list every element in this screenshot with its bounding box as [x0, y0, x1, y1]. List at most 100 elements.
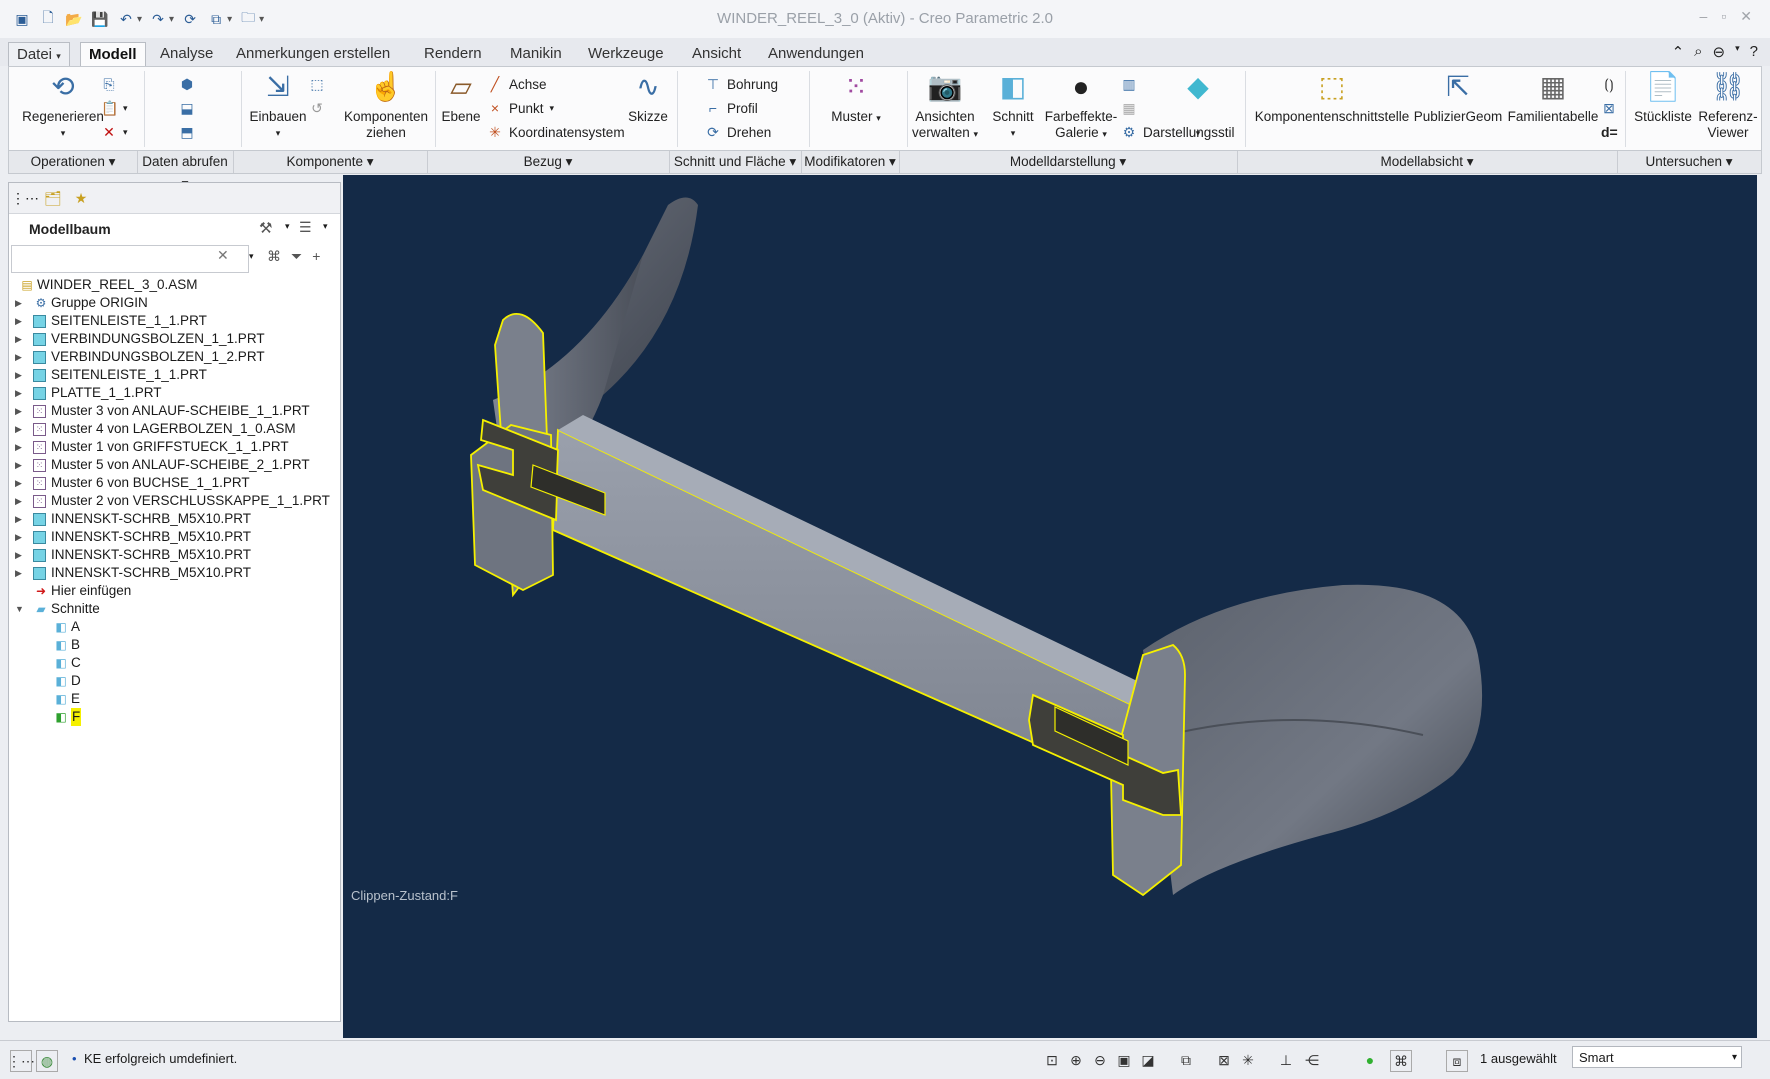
search-dropdown-icon[interactable]: ▾ [249, 251, 254, 262]
copy-button[interactable]: ⎘ [101, 73, 117, 95]
tree-item[interactable]: ◧ E [13, 690, 338, 708]
show-dropdown-icon[interactable]: ▾ [323, 221, 328, 232]
tree-settings-dropdown-icon[interactable]: ▾ [285, 221, 290, 232]
model-tree-tab-icon[interactable]: ⋮⋯ [11, 187, 39, 209]
delete-button[interactable]: ✕ ▾ [101, 121, 127, 143]
collapse-ribbon-icon[interactable]: ⌃ [1672, 43, 1685, 61]
tree-item[interactable]: ➜ Hier einfügen [13, 582, 338, 600]
create-component-button[interactable]: ⬚ [309, 73, 325, 95]
tree-search-input[interactable] [11, 245, 249, 273]
tree-toggle-icon[interactable]: ▶ [15, 528, 27, 546]
koordinatensystem-button[interactable]: ✳ Koordinatensystem [487, 121, 624, 143]
group-komponente[interactable]: Komponente ▾ [233, 151, 428, 173]
tab-datei[interactable]: Datei ▾ [8, 42, 70, 67]
tree-item[interactable]: ▶ VERBINDUNGSBOLZEN_1_1.PRT [13, 330, 338, 348]
help-center-icon[interactable]: ⊖ [1713, 43, 1726, 61]
tree-toggle-icon[interactable]: ▶ [15, 348, 27, 366]
tab-ansicht[interactable]: Ansicht [684, 42, 749, 66]
tree-toggle-icon[interactable]: ▶ [15, 492, 27, 510]
tree-toggle-icon[interactable]: ▶ [15, 366, 27, 384]
regenerieren-button[interactable]: ⟲ Regenerieren ▾ [15, 67, 111, 141]
referenz-viewer-button[interactable]: ⛓ Referenz- Viewer [1695, 67, 1761, 141]
tree-item[interactable]: ▤ WINDER_REEL_3_0.ASM [13, 276, 338, 294]
selection-box-icon[interactable]: ⧈ [1446, 1050, 1468, 1072]
tree-item[interactable]: ▶ INNENSKT-SCHRB_M5X10.PRT [13, 510, 338, 528]
tree-item[interactable]: ◧ A [13, 618, 338, 636]
stueckliste-button[interactable]: 📄 Stückliste [1629, 67, 1697, 125]
einbauen-button[interactable]: ⇲ Einbauen ▾ [245, 67, 311, 141]
tree-item[interactable]: ◧ F [13, 708, 338, 726]
tab-rendern[interactable]: Rendern [416, 42, 490, 66]
favorites-tab-icon[interactable]: ★ [69, 187, 93, 209]
group-untersuchen[interactable]: Untersuchen ▾ [1617, 151, 1761, 173]
display-tool-2-button[interactable]: ▦ [1121, 97, 1137, 119]
clear-search-icon[interactable]: ✕ [217, 247, 229, 264]
navigator-toggle-icon[interactable]: ⋮⋯ [7, 1050, 35, 1072]
relations-button[interactable]: ⟮⟯ [1601, 73, 1617, 95]
tab-modell[interactable]: Modell [80, 42, 146, 68]
filter-icon[interactable]: ⏷ [291, 248, 302, 265]
zoom-in-icon[interactable]: ⊕ [1066, 1050, 1086, 1070]
group-modelldarstellung[interactable]: Modelldarstellung ▾ [899, 151, 1238, 173]
repaint-icon[interactable]: ▣ [1114, 1050, 1134, 1070]
add-column-icon[interactable]: + [312, 248, 320, 265]
tree-item[interactable]: ▶ ⁙ Muster 2 von VERSCHLUSSKAPPE_1_1.PRT [13, 492, 338, 510]
data-get-1-button[interactable]: ⬢ [179, 73, 195, 95]
tree-toggle-icon[interactable]: ▶ [15, 438, 27, 456]
repeat-component-button[interactable]: ↺ [309, 97, 325, 119]
tree-item[interactable]: ▶ INNENSKT-SCHRB_M5X10.PRT [13, 546, 338, 564]
tree-item[interactable]: ▼ ▰ Schnitte [13, 600, 338, 618]
tree-item[interactable]: ▶ PLATTE_1_1.PRT [13, 384, 338, 402]
zoom-fit-icon[interactable]: ⊡ [1042, 1050, 1062, 1070]
drehen-button[interactable]: ⟳ Drehen [705, 121, 771, 143]
data-get-2-button[interactable]: ⬓ [179, 97, 195, 119]
data-get-3-button[interactable]: ⬒ [179, 121, 195, 143]
tree-item[interactable]: ▶ ⚙ Gruppe ORIGIN [13, 294, 338, 312]
parameters-button[interactable]: ⊠ [1601, 97, 1617, 119]
familientabelle-button[interactable]: ▦ Familientabelle [1503, 67, 1603, 125]
spin-center-icon[interactable]: ⊥ [1276, 1050, 1296, 1070]
tree-toggle-icon[interactable]: ▶ [15, 564, 27, 582]
punkt-button[interactable]: × Punkt ▾ [487, 97, 554, 119]
tree-toggle-icon[interactable]: ▶ [15, 312, 27, 330]
tab-manikin[interactable]: Manikin [502, 42, 570, 66]
group-modifikatoren[interactable]: Modifikatoren ▾ [801, 151, 900, 173]
view-cube-button[interactable]: ◆ ▾ [1175, 67, 1221, 141]
muster-button[interactable]: ⁙ Muster ▾ [823, 67, 889, 126]
browser-toggle-icon[interactable]: ◍ [36, 1050, 58, 1072]
tree-toggle-icon[interactable]: ▶ [15, 402, 27, 420]
tree-toggle-icon[interactable]: ▶ [15, 384, 27, 402]
publiziergeom-button[interactable]: ⇱ PublizierGeom [1413, 67, 1503, 125]
view-manager-icon[interactable]: ⊠ [1214, 1050, 1234, 1070]
tree-item[interactable]: ▶ ⁙ Muster 1 von GRIFFSTUECK_1_1.PRT [13, 438, 338, 456]
tree-toggle-icon[interactable]: ▶ [15, 456, 27, 474]
display-tool-1-button[interactable]: ▥ [1121, 73, 1137, 95]
tree-toggle-icon[interactable]: ▼ [15, 600, 27, 618]
tree-item[interactable]: ▶ ⁙ Muster 4 von LAGERBOLZEN_1_0.ASM [13, 420, 338, 438]
tree-item[interactable]: ▶ ⁙ Muster 6 von BUCHSE_1_1.PRT [13, 474, 338, 492]
tab-analyse[interactable]: Analyse [152, 42, 221, 66]
tree-toggle-icon[interactable]: ▶ [15, 510, 27, 528]
annotation-display-icon[interactable]: ⋲ [1302, 1050, 1322, 1070]
graphics-viewport[interactable]: Clippen-Zustand:F [343, 175, 1757, 1038]
tree-item[interactable]: ▶ VERBINDUNGSBOLZEN_1_2.PRT [13, 348, 338, 366]
find-icon[interactable]: ⌘ [1390, 1050, 1412, 1072]
tree-item[interactable]: ◧ C [13, 654, 338, 672]
profil-button[interactable]: ⌐ Profil [705, 97, 758, 119]
tree-toggle-icon[interactable]: ▶ [15, 474, 27, 492]
tree-toggle-icon[interactable]: ▶ [15, 330, 27, 348]
saved-views-icon[interactable]: ⧉ [1176, 1050, 1196, 1070]
selection-filter-select[interactable]: Smart ▾ [1572, 1046, 1742, 1068]
maximize-icon[interactable]: ▫ [1721, 8, 1726, 25]
tree-item[interactable]: ▶ SEITENLEISTE_1_1.PRT [13, 366, 338, 384]
group-modellabsicht[interactable]: Modellabsicht ▾ [1237, 151, 1618, 173]
datum-display-icon[interactable]: ✳ [1238, 1050, 1258, 1070]
tree-item[interactable]: ▶ INNENSKT-SCHRB_M5X10.PRT [13, 528, 338, 546]
group-schnitt-und-flaeche[interactable]: Schnitt und Fläche ▾ [669, 151, 802, 173]
paste-button[interactable]: 📋 ▾ [101, 97, 128, 119]
group-operationen[interactable]: Operationen ▾ [9, 151, 138, 173]
schnitt-button[interactable]: ◧ Schnitt ▾ [987, 67, 1039, 141]
tree-item[interactable]: ▶ INNENSKT-SCHRB_M5X10.PRT [13, 564, 338, 582]
achse-button[interactable]: ╱ Achse [487, 73, 547, 95]
group-bezug[interactable]: Bezug ▾ [427, 151, 670, 173]
